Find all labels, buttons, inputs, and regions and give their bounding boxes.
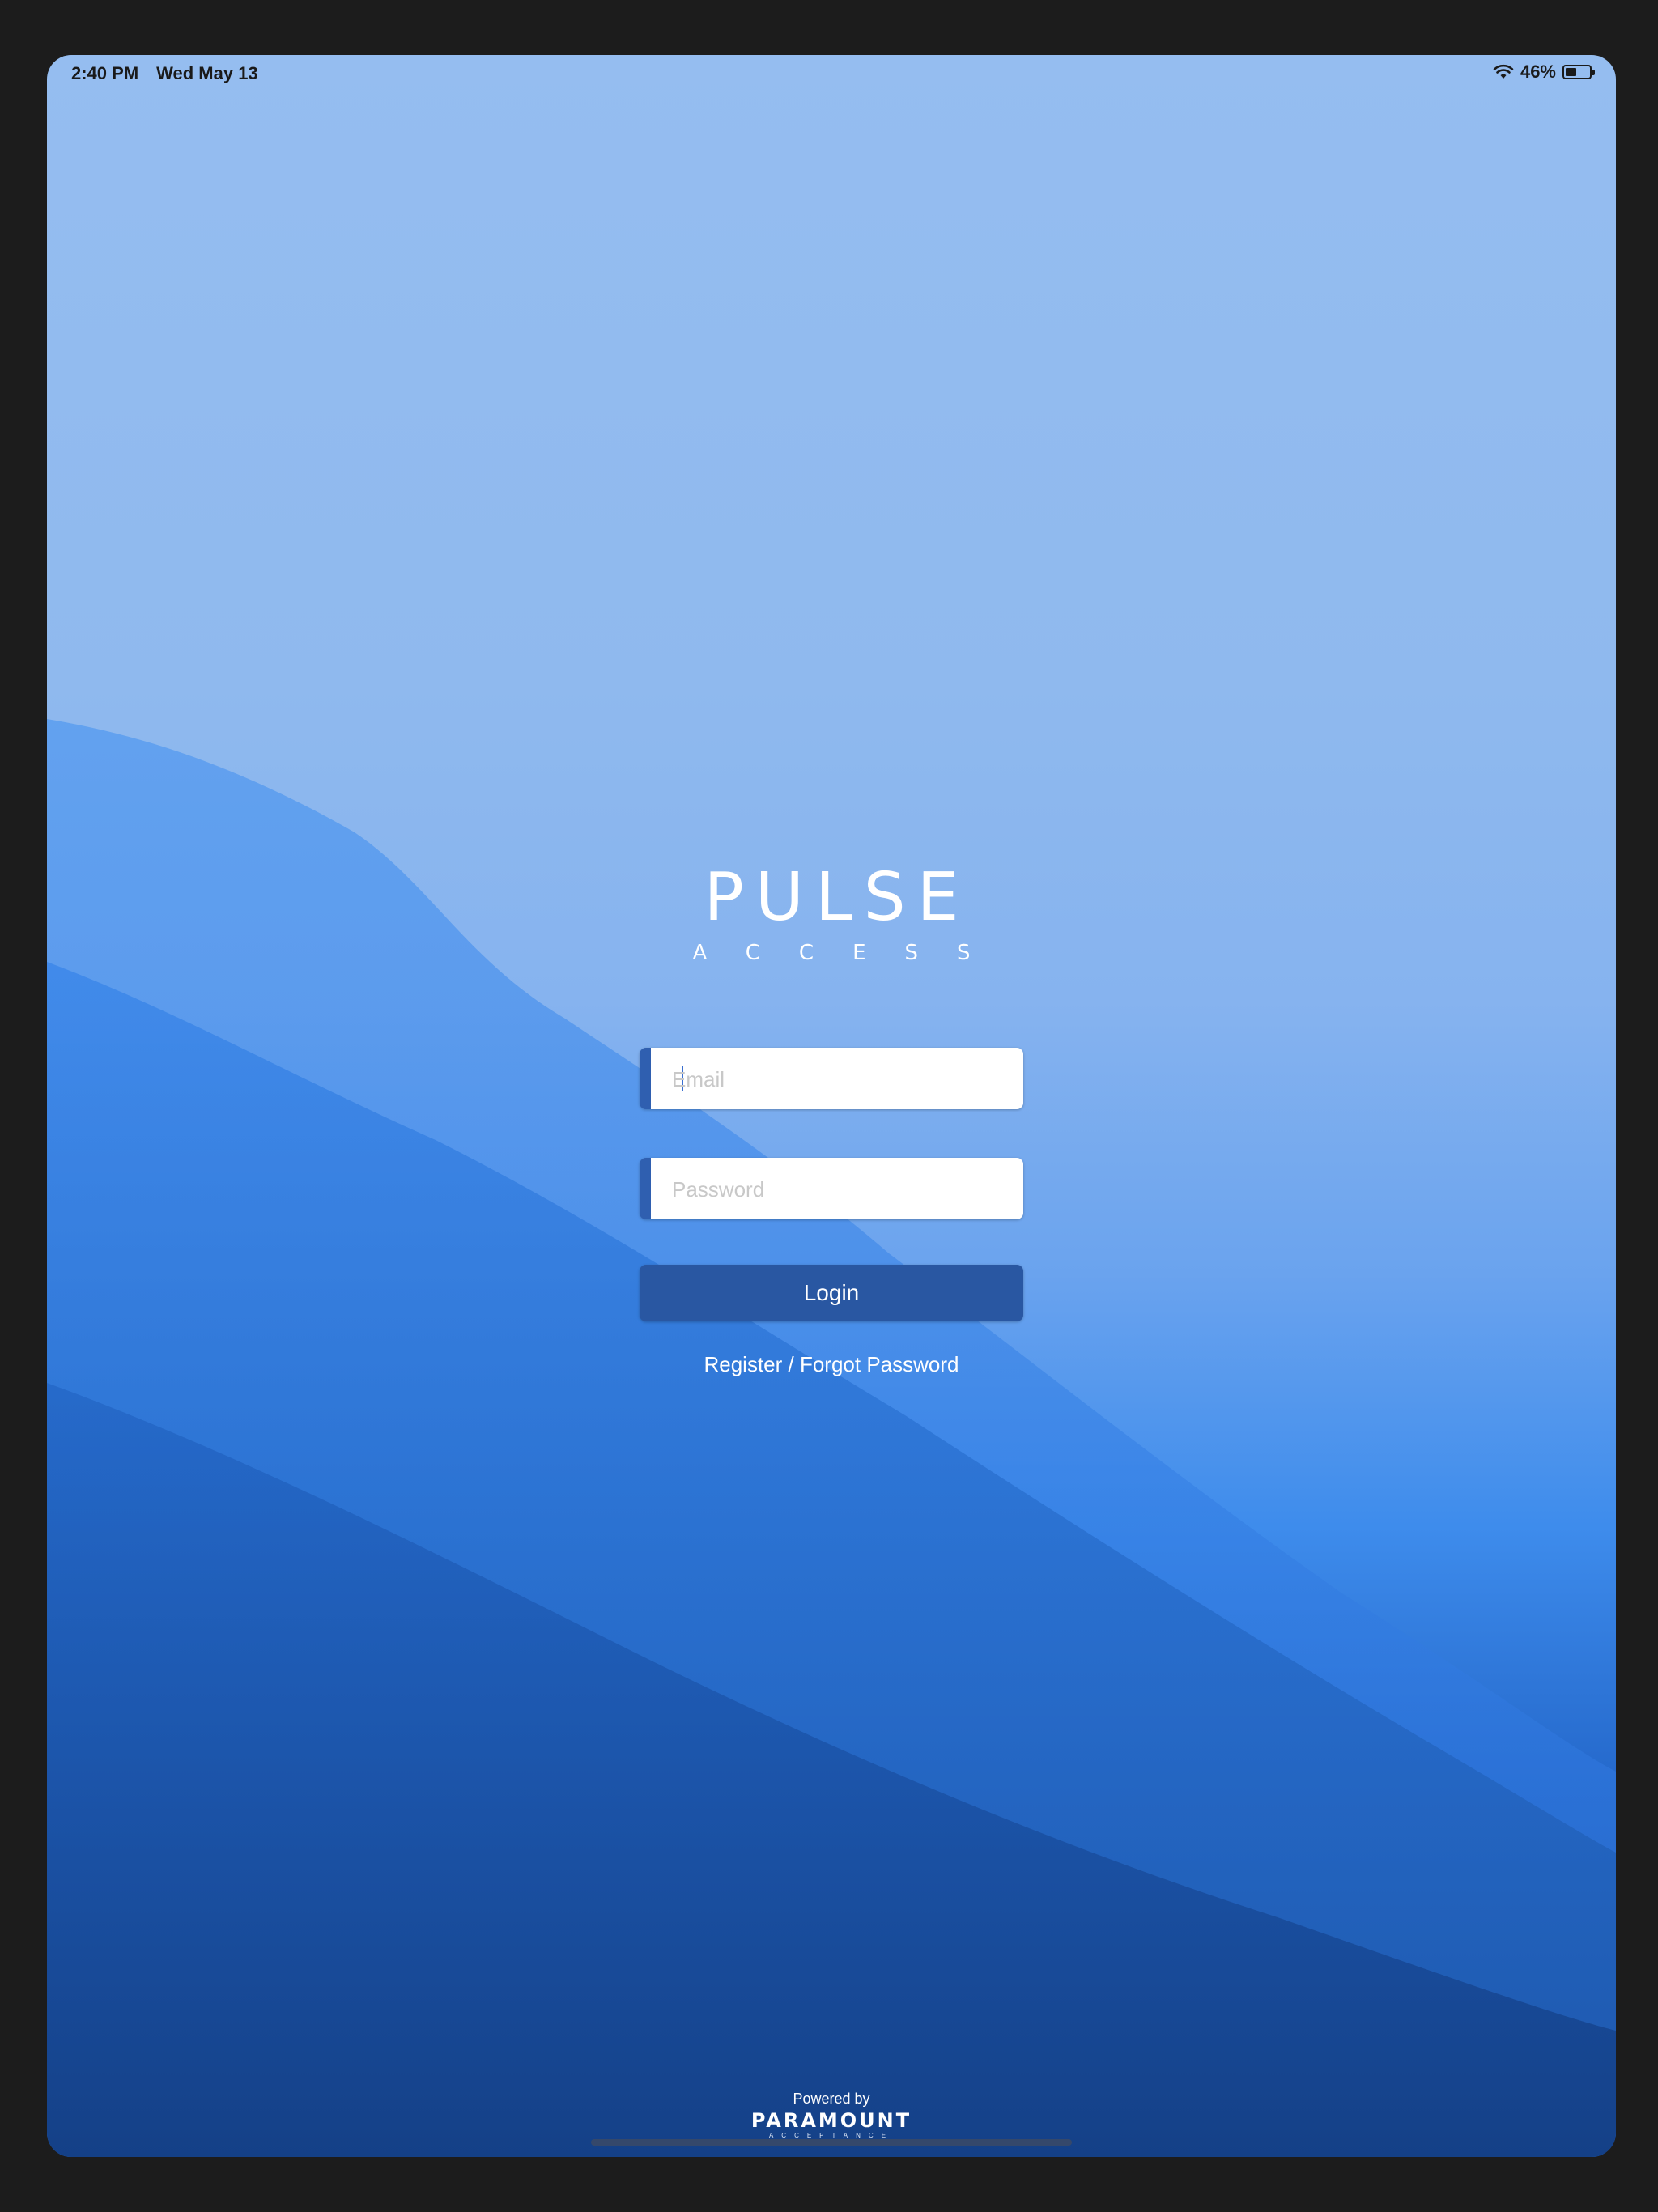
login-form: Login Register / Forgot Password [640,1048,1023,1377]
powered-by-label: Powered by [793,2091,870,2107]
battery-fill [1566,68,1576,76]
brand-logo: PARAMOUNT [750,2109,912,2132]
status-left: 2:40 PM Wed May 13 [71,63,258,84]
password-field[interactable] [670,1158,1014,1221]
status-time: 2:40 PM [71,63,139,83]
logo-title: PULSE [704,859,971,936]
register-forgot-link[interactable]: Register / Forgot Password [640,1352,1023,1377]
brand-subtitle: ACCEPTANCE [768,2132,895,2139]
device-frame: 2:40 PM Wed May 13 46% PULSE ACCESS Emai… [0,0,1658,2212]
email-field[interactable] [670,1048,1014,1111]
wifi-icon [1493,64,1514,79]
email-field-container [640,1048,1023,1111]
status-right: 46% [1493,62,1595,83]
logo-subtitle: ACCESS [692,941,1010,965]
login-button[interactable]: Login [640,1265,1023,1321]
app-screen: 2:40 PM Wed May 13 46% PULSE ACCESS Emai… [47,55,1616,2157]
app-logo: PULSE ACCESS [47,859,1616,966]
status-bar: 2:40 PM Wed May 13 46% [47,55,1616,91]
battery-icon [1562,65,1595,79]
password-field-container [640,1158,1023,1221]
footer-branding: Powered by PARAMOUNT ACCEPTANCE [47,2091,1616,2139]
home-indicator[interactable] [591,2139,1072,2146]
battery-percent: 46% [1520,62,1556,82]
status-date: Wed May 13 [156,63,258,83]
